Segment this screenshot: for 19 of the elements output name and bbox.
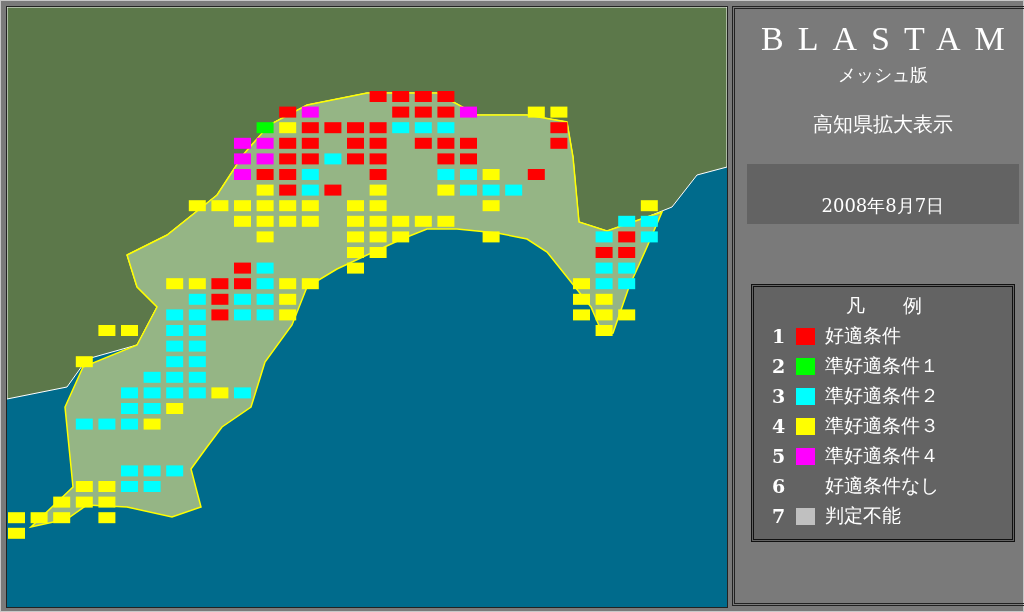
legend-number: 2 xyxy=(772,355,786,377)
legend-number: 3 xyxy=(772,385,786,407)
region-label: 高知県拡大表示 xyxy=(812,111,953,138)
legend-label: 好適条件なし xyxy=(825,473,939,498)
legend-number: 5 xyxy=(772,445,786,467)
app-title: BLASTAM xyxy=(761,19,1019,59)
legend-label: 準好適条件４ xyxy=(825,443,939,468)
legend-label: 好適条件 xyxy=(825,323,901,348)
legend-number: 1 xyxy=(772,325,786,347)
legend-number: 6 xyxy=(772,475,786,497)
date-label: 2008年8月7日 xyxy=(747,164,1019,224)
legend-heading: 凡 例 xyxy=(844,293,923,318)
legend-label: 判定不能 xyxy=(825,503,901,528)
legend-label: 準好適条件２ xyxy=(825,383,939,408)
subtitle: メッシュ版 xyxy=(837,63,928,87)
legend-number: 4 xyxy=(772,415,786,437)
legend-label: 準好適条件１ xyxy=(825,353,939,378)
legend-number: 7 xyxy=(772,505,786,527)
legend-label: 準好適条件３ xyxy=(825,413,939,438)
